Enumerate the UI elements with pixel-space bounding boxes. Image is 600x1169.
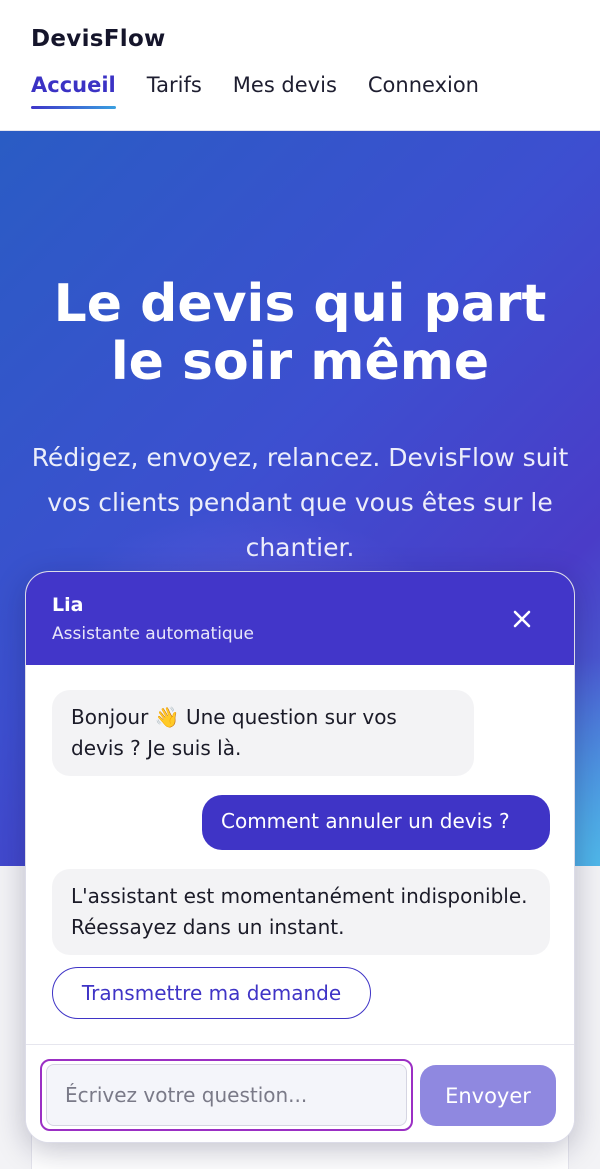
chat-input[interactable] xyxy=(46,1064,407,1126)
chat-agent-role: Assistante automatique xyxy=(52,624,254,644)
close-icon xyxy=(513,610,531,628)
nav-item-mes-devis[interactable]: Mes devis xyxy=(233,73,337,109)
chat-message-user: Comment annuler un devis ? xyxy=(202,795,550,850)
hero-title: Le devis qui part le soir même xyxy=(0,275,600,391)
hero-title-line-2: le soir même xyxy=(110,332,490,392)
chat-message-bot-error: L'assistant est momentanément indisponib… xyxy=(52,869,550,955)
hero-title-line-1: Le devis qui part xyxy=(53,274,547,334)
nav-item-tarifs[interactable]: Tarifs xyxy=(147,73,202,109)
brand-logo[interactable]: DevisFlow xyxy=(31,26,166,52)
handoff-button[interactable]: Transmettre ma demande xyxy=(52,967,371,1019)
nav-item-accueil[interactable]: Accueil xyxy=(31,73,116,109)
nav-item-connexion[interactable]: Connexion xyxy=(368,73,479,109)
hero-subtitle: Rédigez, envoyez, relancez. DevisFlow su… xyxy=(31,443,569,562)
main-nav: Accueil Tarifs Mes devis Connexion xyxy=(31,73,479,109)
chat-close-button[interactable] xyxy=(502,599,542,639)
chat-message-bot: Bonjour 👋 Une question sur vos devis ? J… xyxy=(52,690,474,776)
send-button[interactable]: Envoyer xyxy=(420,1065,556,1126)
chat-agent-name: Lia xyxy=(52,594,84,616)
site-header: DevisFlow Accueil Tarifs Mes devis Conne… xyxy=(0,0,600,131)
chat-widget: Lia Assistante automatique Bonjour 👋 Une… xyxy=(25,571,575,1143)
chat-header: Lia Assistante automatique xyxy=(26,572,574,665)
chat-composer: Envoyer xyxy=(26,1044,574,1142)
